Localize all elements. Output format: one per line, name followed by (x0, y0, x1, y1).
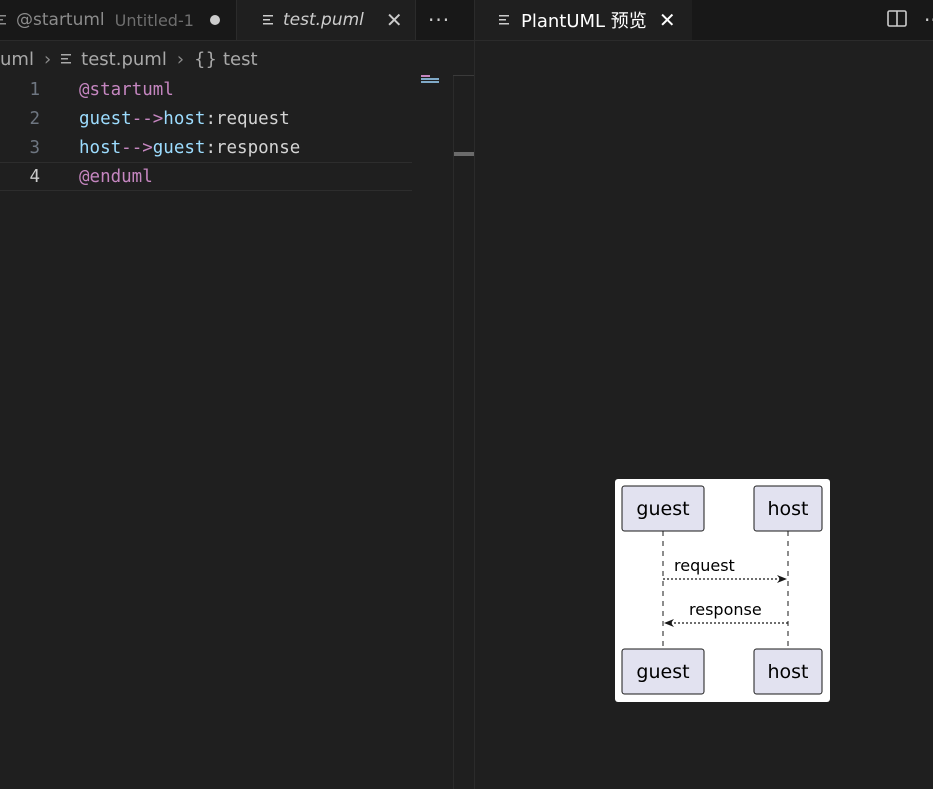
line-number: 2 (29, 108, 40, 129)
code-text[interactable]: @enduml (79, 167, 153, 187)
participant-label: guest (636, 498, 689, 520)
code-token: host (163, 108, 206, 129)
code-text[interactable]: guest-->host:request (79, 109, 290, 129)
file-lines-icon (61, 54, 72, 64)
unsaved-dot-icon[interactable] (209, 15, 220, 25)
minimap-icon[interactable] (421, 75, 441, 83)
code-text[interactable]: @startuml (79, 80, 174, 100)
preview-tab-bar: PlantUML 预览 ✕ ··· (475, 0, 933, 41)
tab-sublabel: Untitled-1 (114, 10, 194, 30)
line-number: 4 (29, 166, 40, 187)
tab-label: PlantUML 预览 (521, 11, 647, 32)
message-label: response (689, 600, 762, 619)
editor-tab-bar: @startuml Untitled-1 test.puml ✕ ··· (0, 0, 474, 41)
message-label: request (674, 556, 735, 575)
more-actions-icon[interactable]: ··· (428, 0, 450, 40)
participant-host-bottom: host (753, 648, 823, 695)
participant-label: host (767, 498, 808, 520)
preview-pane-right: PlantUML 预览 ✕ ··· guest (475, 0, 933, 789)
code-line[interactable]: 4 @enduml (0, 162, 412, 191)
sequence-diagram: guest host request response guest host (615, 479, 830, 702)
scrollbar-cursor-marker (454, 152, 474, 156)
braces-icon: {} (194, 48, 217, 70)
chevron-right-icon: › (43, 48, 52, 70)
editor-pane-left: @startuml Untitled-1 test.puml ✕ ··· uml… (0, 0, 474, 789)
more-actions-icon[interactable]: ··· (924, 0, 933, 40)
breadcrumb-symbol[interactable]: test (223, 49, 258, 70)
code-token: @startuml (79, 79, 174, 100)
participant-label: guest (636, 661, 689, 683)
close-icon[interactable]: ✕ (659, 8, 676, 32)
sequence-diagram-svg: guest host request response guest host (621, 485, 823, 695)
tab-label: test.puml (283, 10, 364, 30)
participant-guest-top: guest (621, 485, 705, 532)
tab-test-puml[interactable]: test.puml ✕ (237, 0, 416, 40)
chevron-right-icon: › (176, 48, 185, 70)
code-line[interactable]: 2 guest-->host:request (0, 104, 412, 133)
line-number: 1 (29, 79, 40, 100)
file-lines-icon (0, 15, 6, 25)
line-number: 3 (29, 137, 40, 158)
file-lines-icon (263, 15, 273, 25)
scrollbar-top-edge (453, 75, 474, 76)
participant-guest-bottom: guest (621, 648, 705, 695)
breadcrumb-file[interactable]: test.puml (81, 49, 167, 70)
tab-label: @startuml (16, 10, 105, 30)
participant-label: host (767, 661, 808, 683)
code-token: --> (131, 108, 164, 129)
vertical-scrollbar[interactable] (453, 75, 475, 789)
split-editor-icon[interactable] (885, 6, 909, 30)
code-line[interactable]: 1 @startuml (0, 75, 412, 104)
close-icon[interactable]: ✕ (386, 8, 403, 32)
file-lines-icon (499, 15, 509, 25)
breadcrumb: uml › test.puml › {} test (0, 42, 258, 76)
code-token: :request (205, 108, 290, 129)
message-request: request (663, 556, 787, 583)
code-text[interactable]: host-->guest:response (79, 138, 300, 158)
tab-untitled-1[interactable]: @startuml Untitled-1 (0, 0, 237, 40)
code-token: @enduml (79, 166, 153, 187)
participant-host-top: host (753, 485, 823, 532)
tab-plantuml-preview[interactable]: PlantUML 预览 ✕ (475, 0, 692, 40)
code-token: guest (79, 108, 132, 129)
code-token: :response (205, 137, 301, 158)
code-line[interactable]: 3 host-->guest:response (0, 133, 412, 162)
breadcrumb-folder[interactable]: uml (0, 49, 34, 70)
message-response: response (664, 600, 788, 627)
code-token: host (79, 137, 122, 158)
code-token: --> (121, 137, 153, 158)
code-token: guest (152, 137, 206, 158)
